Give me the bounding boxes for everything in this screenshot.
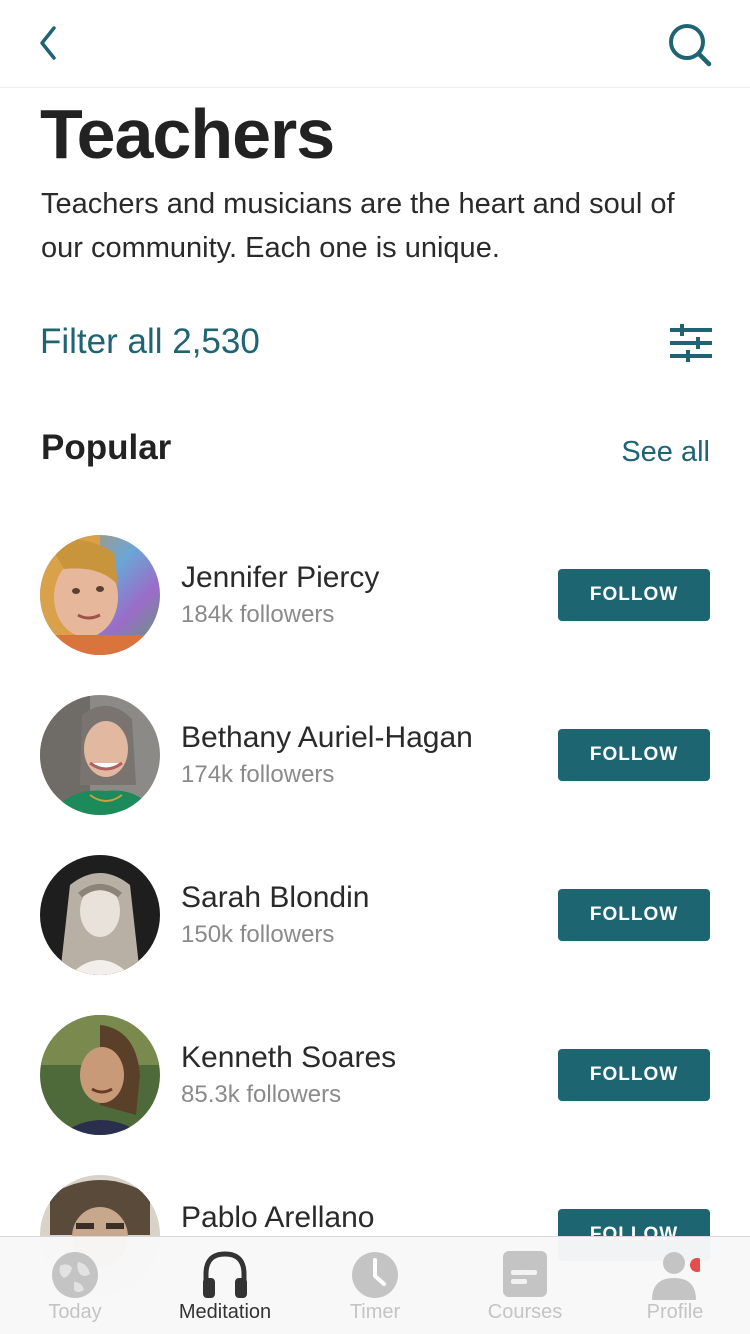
clock-icon	[352, 1252, 398, 1298]
chevron-left-icon	[40, 26, 56, 60]
list-item: Kenneth Soares 85.3k followers FOLLOW	[0, 1015, 750, 1135]
profile-icon	[652, 1252, 700, 1300]
follower-count: 184k followers	[181, 601, 335, 628]
follow-button[interactable]: FOLLOW	[558, 889, 710, 941]
follow-button[interactable]: FOLLOW	[558, 729, 710, 781]
teacher-name[interactable]: Pablo Arellano	[181, 1201, 374, 1235]
tab-label: Profile	[646, 1301, 704, 1323]
top-bar	[0, 0, 750, 88]
teacher-name[interactable]: Jennifer Piercy	[181, 561, 379, 595]
search-button[interactable]	[664, 20, 716, 70]
courses-icon	[503, 1251, 547, 1297]
section-title-popular: Popular	[41, 428, 172, 467]
see-all-link[interactable]: See all	[621, 436, 710, 469]
avatar[interactable]	[40, 1015, 160, 1135]
tab-meditation[interactable]: Meditation	[150, 1237, 300, 1334]
teacher-name[interactable]: Bethany Auriel-Hagan	[181, 721, 473, 755]
page-description: Teachers and musicians are the heart and…	[41, 188, 675, 264]
sliders-icon[interactable]	[670, 324, 712, 362]
list-item: Jennifer Piercy 184k followers FOLLOW	[0, 535, 750, 655]
tab-today[interactable]: Today	[0, 1237, 150, 1334]
teacher-name[interactable]: Sarah Blondin	[181, 881, 369, 915]
follow-button[interactable]: FOLLOW	[558, 1049, 710, 1101]
globe-icon	[52, 1252, 98, 1298]
tab-bar: Today Meditation Timer Courses Profile	[0, 1236, 750, 1334]
follower-count: 85.3k followers	[181, 1081, 342, 1108]
follower-count: 150k followers	[181, 921, 335, 948]
tab-timer[interactable]: Timer	[300, 1237, 450, 1334]
follow-button[interactable]: FOLLOW	[558, 569, 710, 621]
page-title: Teachers	[40, 95, 335, 173]
tab-label: Timer	[349, 1301, 401, 1323]
avatar[interactable]	[40, 695, 160, 815]
list-item: Bethany Auriel-Hagan 174k followers FOLL…	[0, 695, 750, 815]
headphones-icon	[203, 1251, 247, 1298]
tab-profile[interactable]: Profile	[600, 1237, 750, 1334]
avatar[interactable]	[40, 535, 160, 655]
filter-label: Filter all 2,530	[40, 322, 260, 361]
teacher-name[interactable]: Kenneth Soares	[181, 1041, 396, 1075]
tab-label: Courses	[487, 1301, 563, 1323]
tab-courses[interactable]: Courses	[450, 1237, 600, 1334]
follower-count: 174k followers	[181, 761, 335, 788]
back-button[interactable]	[28, 20, 72, 68]
search-icon	[669, 24, 712, 67]
tab-label: Today	[48, 1301, 102, 1323]
filter-row[interactable]: Filter all 2,530	[40, 318, 712, 370]
notification-badge	[690, 1258, 700, 1272]
tab-label: Meditation	[178, 1301, 272, 1323]
avatar[interactable]	[40, 855, 160, 975]
list-item: Sarah Blondin 150k followers FOLLOW	[0, 855, 750, 975]
